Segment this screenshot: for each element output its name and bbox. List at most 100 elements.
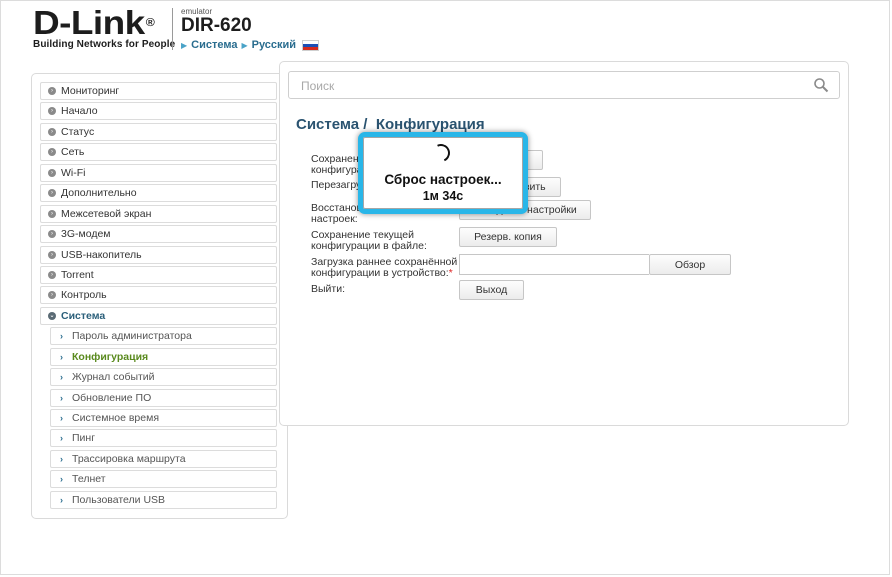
logo-text: D-Link <box>33 4 145 41</box>
breadcrumb-system-link[interactable]: Система <box>191 39 237 51</box>
chevron-right-icon: › <box>60 351 63 362</box>
loading-spinner-icon <box>429 141 453 165</box>
sidebar-subitem-traceroute[interactable]: › Трассировка маршрута <box>50 449 277 468</box>
search-input[interactable] <box>289 72 813 100</box>
logo-wordmark: D-Link® <box>33 6 192 39</box>
dlink-logo[interactable]: D-Link® Building Networks for People <box>33 6 175 50</box>
sidebar-subitem-label: Системное время <box>72 412 160 424</box>
sidebar-item-label: Wi-Fi <box>61 166 86 179</box>
logout-label: Выйти: <box>311 283 346 295</box>
chevron-right-icon: › <box>48 168 56 177</box>
chevron-right-icon: › <box>60 392 63 403</box>
sidebar: › Мониторинг › Начало › Статус › Сеть › Wi-Fi… <box>31 73 288 519</box>
header-divider <box>172 8 173 50</box>
breadcrumb: ▶ Система ▶ Русский <box>181 39 320 51</box>
sidebar-item-label: Система <box>61 309 106 322</box>
sidebar-item-status[interactable]: › Статус <box>40 122 277 141</box>
magnifier-icon[interactable] <box>813 77 829 93</box>
logo-registered-mark: ® <box>145 17 155 29</box>
sidebar-item-start[interactable]: › Начало <box>40 102 277 121</box>
factory-reset-progress-dialog: Сброс настроек... 1м 34с <box>358 132 528 214</box>
upload-config-label: Загрузка раннее сохранённой конфигурации… <box>311 257 457 279</box>
progress-message: Сброс настроек... <box>384 172 502 187</box>
sidebar-item-firewall[interactable]: › Межсетевой экран <box>40 204 277 223</box>
sidebar-subitem-label: Пинг <box>72 432 96 445</box>
sidebar-subitem-usb-users[interactable]: › Пользователи USB <box>50 490 277 509</box>
page-title: Система / Конфигурация <box>296 116 485 133</box>
sidebar-item-label: Статус <box>61 125 95 138</box>
sidebar-item-label: Дополнительно <box>61 187 137 200</box>
upload-config-label-line2: конфигурации в устройство: <box>311 267 449 279</box>
model-name: DIR-620 <box>181 15 252 36</box>
sidebar-subitem-label: Обновление ПО <box>72 391 152 404</box>
chevron-right-icon: › <box>60 413 63 423</box>
sidebar-item-wifi[interactable]: › Wi-Fi <box>40 163 277 182</box>
chevron-right-icon: › <box>60 494 63 505</box>
chevron-right-icon: › <box>48 270 56 279</box>
chevron-down-icon: ⌄ <box>48 311 56 320</box>
chevron-right-icon: › <box>48 250 56 259</box>
breadcrumb-arrow-icon: ▶ <box>241 40 248 50</box>
sidebar-subitem-event-log[interactable]: › Журнал событий <box>50 368 277 387</box>
backup-label: Сохранение текущей конфигурации в файле: <box>311 230 427 252</box>
chevron-right-icon: › <box>60 453 63 464</box>
sidebar-item-advanced[interactable]: › Дополнительно <box>40 184 277 203</box>
sidebar-item-label: Начало <box>61 105 98 118</box>
russian-flag-icon[interactable] <box>302 39 320 51</box>
sidebar-item-label: Сеть <box>61 146 85 159</box>
sidebar-subitem-admin-password[interactable]: › Пароль администратора <box>50 327 277 346</box>
search-box <box>288 71 840 100</box>
chevron-right-icon: › <box>48 87 56 95</box>
sidebar-item-label: 3G-модем <box>61 228 111 241</box>
chevron-right-icon: › <box>48 230 56 239</box>
sidebar-item-label: USB-накопитель <box>61 248 142 261</box>
required-marker: * <box>448 267 453 279</box>
sidebar-item-control[interactable]: › Контроль <box>40 286 277 305</box>
backup-button[interactable]: Резерв. копия <box>459 227 557 247</box>
sidebar-item-label: Контроль <box>61 289 107 302</box>
sidebar-item-network[interactable]: › Сеть <box>40 143 277 162</box>
sidebar-subitem-system-time[interactable]: › Системное время <box>50 409 277 427</box>
chevron-right-icon: › <box>48 291 56 300</box>
sidebar-subitem-telnet[interactable]: › Телнет <box>50 470 277 489</box>
page-title-page: Конфигурация <box>375 116 485 133</box>
logout-button[interactable]: Выход <box>459 280 524 300</box>
chevron-right-icon: › <box>60 331 63 342</box>
header: D-Link® Building Networks for People emu… <box>0 0 892 62</box>
chevron-right-icon: › <box>60 474 63 485</box>
factory-reset-label-line2: настроек: <box>311 213 358 225</box>
progress-timer: 1м 34с <box>422 189 464 203</box>
sidebar-subitem-label: Трассировка маршрута <box>72 452 186 465</box>
chevron-right-icon: › <box>48 189 56 198</box>
page-title-section: Система / <box>296 116 368 133</box>
sidebar-item-label: Torrent <box>61 268 94 281</box>
model-info: emulator DIR-620 ▶ Система ▶ Русский <box>181 7 320 51</box>
sidebar-subitem-label: Пароль администратора <box>72 330 192 343</box>
sidebar-subitem-ping[interactable]: › Пинг <box>50 429 277 448</box>
sidebar-item-usb-storage[interactable]: › USB-накопитель <box>40 245 277 264</box>
sidebar-item-torrent[interactable]: › Torrent <box>40 265 277 284</box>
chevron-right-icon: › <box>48 127 56 136</box>
main-panel: Система / Конфигурация Сохранение текуще… <box>279 61 849 426</box>
flag-stripe-red <box>303 46 319 50</box>
chevron-right-icon: › <box>60 372 63 383</box>
sidebar-subitem-firmware-update[interactable]: › Обновление ПО <box>50 388 277 407</box>
sidebar-subitem-label: Журнал событий <box>72 371 155 384</box>
breadcrumb-arrow-icon: ▶ <box>181 40 188 50</box>
chevron-right-icon: › <box>48 107 56 116</box>
language-selector[interactable]: Русский <box>252 39 296 51</box>
chevron-right-icon: › <box>60 433 63 444</box>
chevron-right-icon: › <box>48 209 56 218</box>
browse-button[interactable]: Обзор <box>649 254 731 275</box>
sidebar-item-label: Мониторинг <box>61 85 120 97</box>
sidebar-item-label: Межсетевой экран <box>61 207 152 220</box>
chevron-right-icon: › <box>48 148 56 157</box>
sidebar-subitem-configuration[interactable]: › Конфигурация <box>50 347 277 366</box>
backup-label-line2: конфигурации в файле: <box>311 240 427 252</box>
sidebar-item-3g-modem[interactable]: › 3G-модем <box>40 225 277 244</box>
sidebar-item-system[interactable]: ⌄ Система <box>40 306 277 325</box>
sidebar-subitem-label: Конфигурация <box>72 350 149 363</box>
sidebar-item-monitoring[interactable]: › Мониторинг <box>40 82 277 100</box>
sidebar-subitem-label: Телнет <box>72 473 106 486</box>
upload-file-field[interactable] <box>459 254 649 275</box>
